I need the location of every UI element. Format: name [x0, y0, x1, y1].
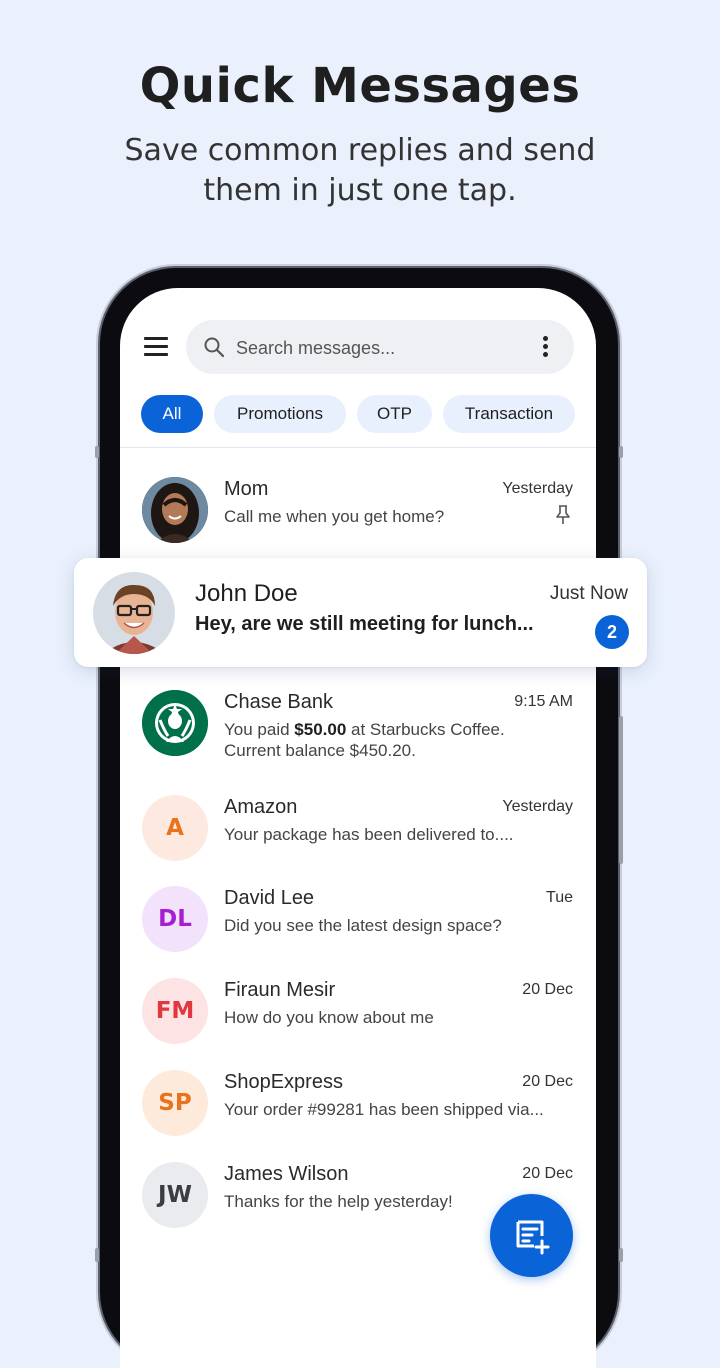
conversation-time: 20 Dec — [522, 981, 573, 998]
avatar — [93, 572, 175, 654]
filter-chip-promotions[interactable]: Promotions — [214, 395, 346, 433]
payment-amount: $50.00 — [294, 720, 347, 739]
conversation-name: Chase Bank — [224, 691, 333, 713]
conversation-row[interactable]: Mom Yesterday Call me when you get home? — [120, 467, 596, 553]
conversation-time: 20 Dec — [522, 1165, 573, 1182]
conversation-name: Firaun Mesir — [224, 979, 336, 1001]
avatar: FM — [142, 978, 208, 1044]
conversation-time: Just Now — [549, 583, 628, 604]
more-vertical-icon[interactable] — [542, 336, 550, 358]
conversation-snippet: Hey, are we still meeting for lunch... — [195, 613, 534, 635]
man-portrait-icon — [93, 572, 175, 654]
conversation-snippet: How do you know about me — [224, 1008, 434, 1027]
conversation-name: Amazon — [224, 796, 298, 818]
highlighted-conversation-card[interactable]: John Doe Just Now Hey, are we still meet… — [74, 558, 647, 667]
conversation-row[interactable]: A Amazon Yesterday Your package has been… — [120, 785, 596, 871]
avatar: JW — [142, 1162, 208, 1228]
conversation-time: Tue — [546, 889, 573, 906]
conversation-name: James Wilson — [224, 1163, 349, 1185]
conversation-snippet: You paid $50.00 at Starbucks Coffee. Cur… — [224, 719, 505, 761]
starbucks-logo-icon — [142, 690, 208, 756]
conversation-name: ShopExpress — [224, 1071, 343, 1093]
conversation-row[interactable]: DL David Lee Tue Did you see the latest … — [120, 876, 596, 962]
search-bar[interactable] — [186, 320, 574, 374]
promo-title: Quick Messages — [139, 58, 581, 114]
filter-chip-all[interactable]: All — [141, 395, 203, 433]
conversation-row[interactable]: SP ShopExpress 20 Dec Your order #99281 … — [120, 1060, 596, 1146]
avatar — [142, 477, 208, 543]
promo-subtitle: Save common replies and send them in jus… — [0, 131, 720, 211]
conversation-snippet: Did you see the latest design space? — [224, 916, 502, 935]
new-message-icon — [516, 1220, 549, 1254]
conversation-name: Mom — [224, 478, 269, 500]
pin-icon — [556, 505, 570, 524]
conversation-name: John Doe — [195, 580, 298, 607]
avatar — [142, 690, 208, 756]
promo-subtitle-line-1: Save common replies and send — [124, 133, 596, 168]
conversation-row[interactable]: Chase Bank 9:15 AM You paid $50.00 at St… — [120, 680, 596, 766]
phone-volume-button — [619, 716, 623, 864]
filter-chip-transaction[interactable]: Transaction — [443, 395, 575, 433]
snippet-text: Current balance $450.20. — [224, 741, 416, 760]
conversation-snippet: Your order #99281 has been shipped via..… — [224, 1100, 544, 1119]
unread-badge: 2 — [595, 615, 629, 649]
conversation-time: Yesterday — [502, 480, 573, 497]
conversation-time: 9:15 AM — [514, 693, 573, 710]
filter-chip-otp[interactable]: OTP — [357, 395, 432, 433]
conversation-row[interactable]: FM Firaun Mesir 20 Dec How do you know a… — [120, 968, 596, 1054]
phone-side-button — [619, 1248, 623, 1262]
woman-portrait-icon — [142, 477, 208, 543]
snippet-text: at Starbucks Coffee. — [346, 720, 505, 739]
conversation-name: David Lee — [224, 887, 315, 909]
search-icon — [204, 337, 225, 358]
phone-side-button — [619, 446, 623, 458]
menu-icon[interactable] — [144, 336, 170, 358]
conversation-snippet: Call me when you get home? — [224, 507, 445, 526]
phone-side-button — [95, 446, 99, 458]
new-message-button[interactable] — [490, 1194, 573, 1277]
avatar: SP — [142, 1070, 208, 1136]
promo-subtitle-line-2: them in just one tap. — [203, 173, 517, 208]
conversation-snippet: Your package has been delivered to.... — [224, 825, 514, 844]
phone-side-button — [95, 1248, 99, 1262]
avatar: DL — [142, 886, 208, 952]
divider — [120, 447, 596, 448]
conversation-time: Yesterday — [502, 798, 573, 815]
snippet-text: You paid — [224, 720, 295, 739]
conversation-time: 20 Dec — [522, 1073, 573, 1090]
search-input[interactable] — [234, 332, 528, 364]
conversation-snippet: Thanks for the help yesterday! — [224, 1192, 453, 1211]
avatar: A — [142, 795, 208, 861]
